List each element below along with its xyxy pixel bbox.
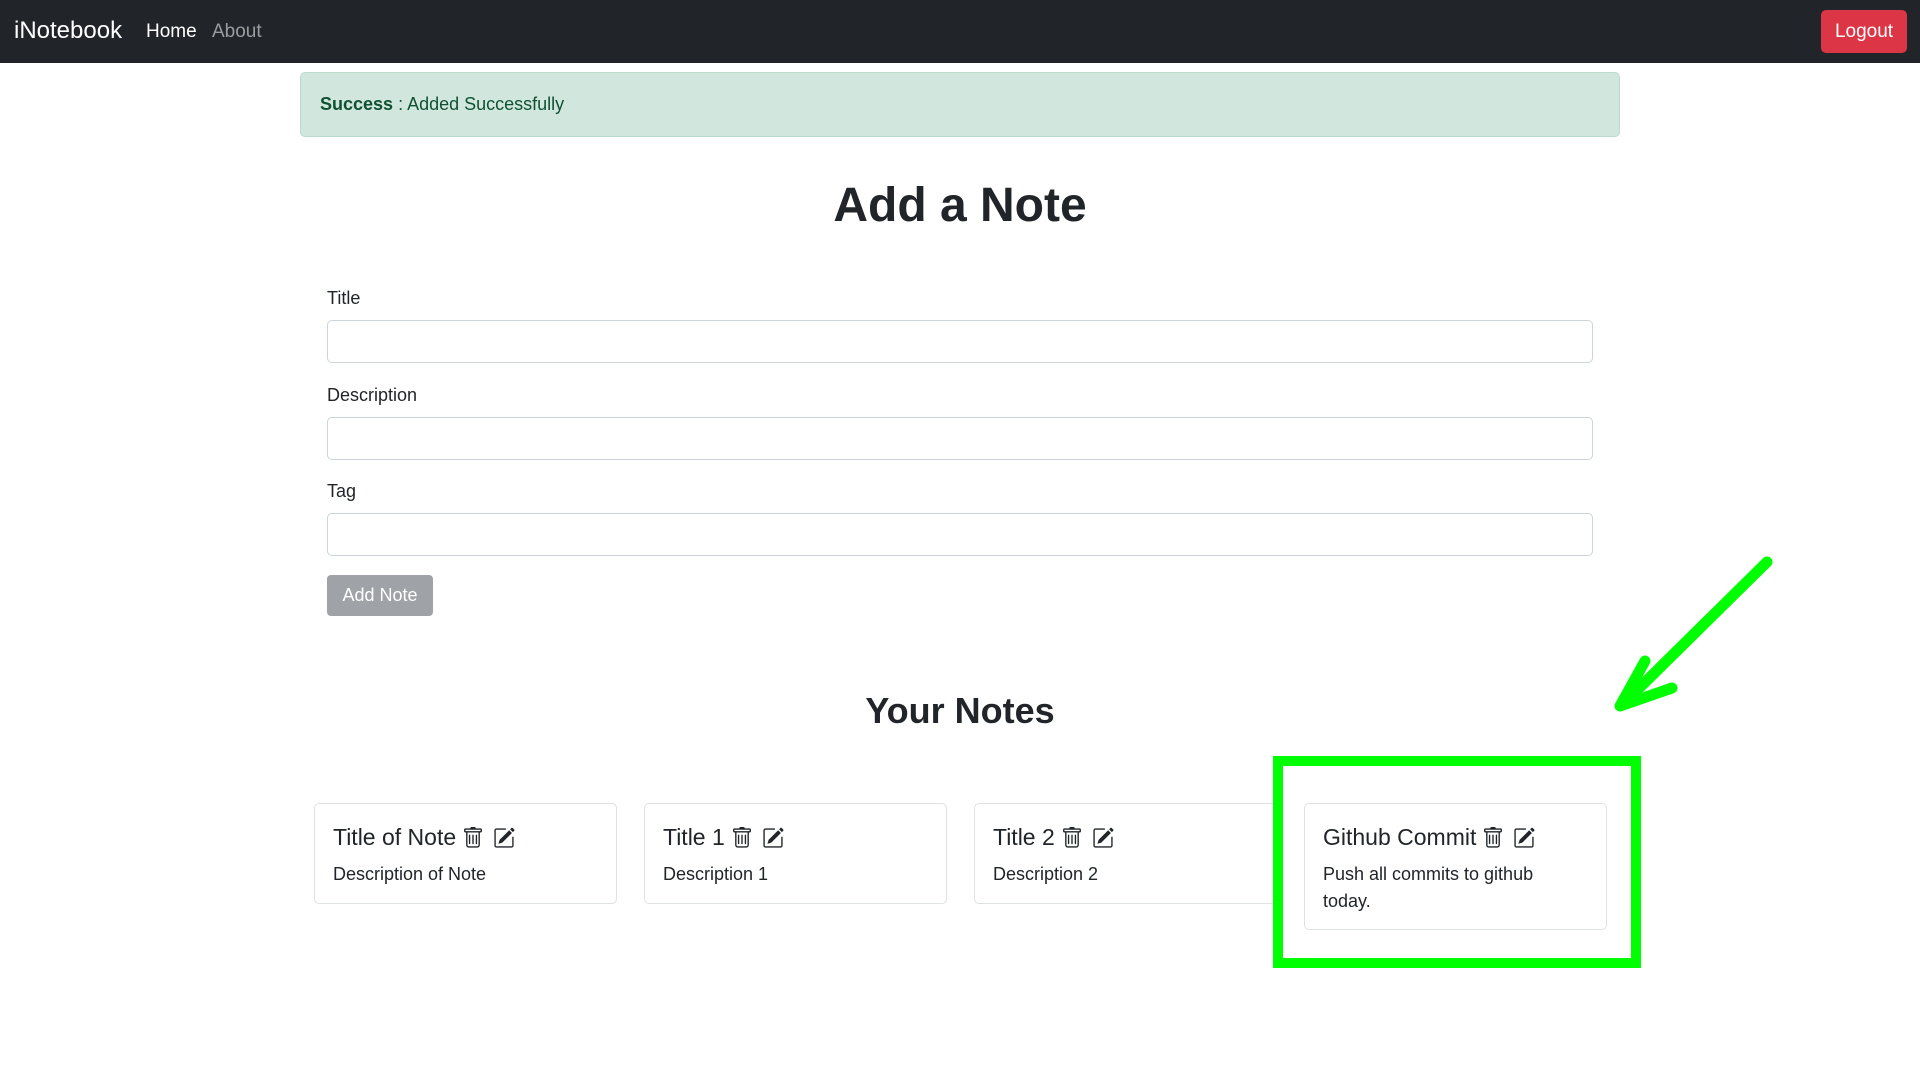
note-title: Title 1	[663, 824, 725, 850]
title-label: Title	[327, 288, 361, 308]
note-card: Title of Note Description of Note	[314, 803, 617, 904]
add-note-button[interactable]: Add Note	[327, 575, 433, 616]
note-title-row: Title 2	[993, 822, 1123, 856]
note-title-row: Title 1	[663, 822, 793, 856]
trash-icon[interactable]	[731, 827, 753, 849]
description-label: Description	[327, 385, 418, 405]
note-description: Description of Note	[333, 864, 487, 884]
note-title: Github Commit	[1323, 824, 1477, 850]
note-card: Title 2 Description 2	[974, 803, 1277, 904]
note-title-row: Github Commit	[1323, 822, 1544, 856]
edit-icon[interactable]	[762, 827, 784, 849]
brand-logo[interactable]: iNotebook	[14, 16, 122, 46]
notes-heading: Your Notes	[865, 690, 1055, 731]
edit-icon[interactable]	[1092, 827, 1114, 849]
trash-icon[interactable]	[1482, 827, 1504, 849]
title-input[interactable]	[327, 320, 1593, 363]
alert-message: Added Successfully	[407, 94, 565, 114]
page-title: Add a Note	[833, 179, 1087, 232]
description-input[interactable]	[327, 417, 1593, 460]
trash-icon[interactable]	[1061, 827, 1083, 849]
note-title-row: Title of Note	[333, 822, 524, 856]
nav-link-about[interactable]: About	[212, 20, 262, 44]
note-description: Description 1	[663, 864, 769, 884]
trash-icon[interactable]	[462, 827, 484, 849]
tag-label: Tag	[327, 481, 357, 501]
tag-input[interactable]	[327, 513, 1593, 556]
nav-link-home[interactable]: Home	[146, 20, 197, 44]
edit-icon[interactable]	[1513, 827, 1535, 849]
success-alert: Success : Added Successfully	[300, 72, 1620, 137]
note-title: Title 2	[993, 824, 1055, 850]
note-card: Github Commit Push all commits to github…	[1304, 803, 1607, 930]
note-card: Title 1 Description 1	[644, 803, 947, 904]
note-description: Description 2	[993, 864, 1099, 884]
note-title: Title of Note	[333, 824, 457, 850]
logout-button[interactable]: Logout	[1821, 10, 1907, 53]
note-description: Push all commits to github today.	[1323, 864, 1534, 911]
alert-separator: :	[393, 94, 408, 114]
edit-icon[interactable]	[493, 827, 515, 849]
navbar: iNotebook Home About Logout	[0, 0, 1920, 63]
alert-type-label: Success	[320, 94, 394, 114]
